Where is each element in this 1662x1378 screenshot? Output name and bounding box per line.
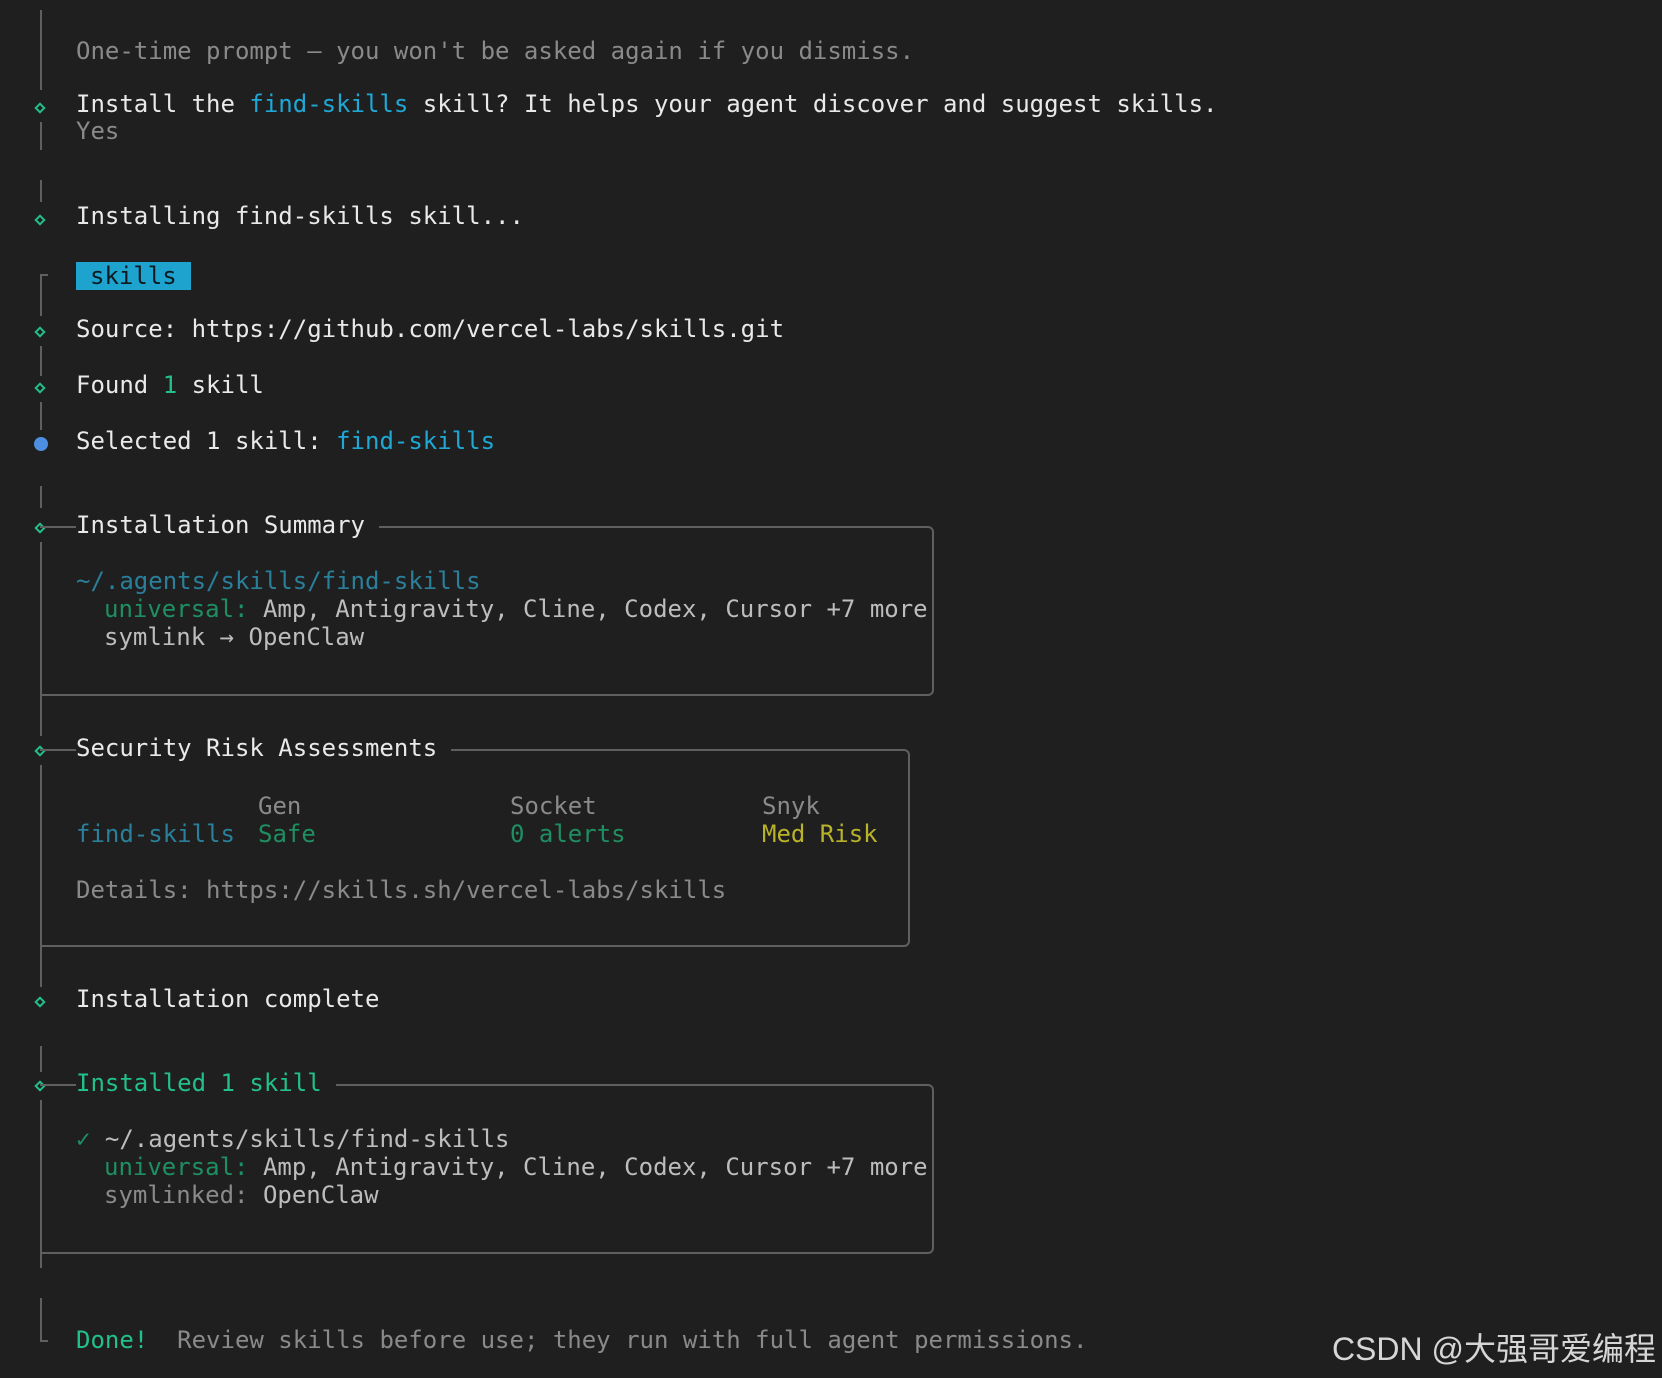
summary-universal: universal: Amp, Antigravity, Cline, Code… — [104, 595, 928, 623]
done-label: Done! — [76, 1326, 149, 1354]
install-answer: Yes — [76, 117, 120, 145]
summary-path: ~/.agents/skills/find-skills — [76, 567, 481, 595]
gutter-line — [40, 1046, 42, 1072]
installed-universal: universal: Amp, Antigravity, Cline, Code… — [104, 1153, 928, 1181]
terminal-output: One-time prompt – you won't be asked aga… — [0, 0, 1662, 1378]
security-risk-box — [40, 749, 910, 947]
gutter-line — [40, 10, 42, 90]
gutter-line — [40, 180, 42, 202]
skill-name: find-skills — [249, 90, 409, 118]
summary-title: Installation Summary — [76, 511, 379, 539]
gutter-line — [40, 947, 42, 987]
gutter-line — [40, 402, 42, 430]
gutter-corner — [40, 1340, 48, 1342]
found-line: Found 1 skill — [76, 371, 264, 399]
step-diamond-icon — [34, 996, 46, 1008]
gutter-line — [40, 346, 42, 376]
gutter-line — [40, 1298, 42, 1342]
security-header-snyk: Snyk — [762, 792, 820, 820]
gutter-line — [40, 1100, 42, 1268]
installed-title: Installed 1 skill — [76, 1069, 336, 1097]
security-gen-value: Safe — [258, 820, 316, 848]
step-diamond-icon — [34, 382, 46, 394]
security-skill-name: find-skills — [76, 820, 235, 848]
installation-complete: Installation complete — [76, 985, 380, 1013]
gutter-line — [40, 765, 42, 947]
security-header-socket: Socket — [510, 792, 597, 820]
source-url: https://github.com/vercel-labs/skills.gi… — [191, 315, 785, 343]
skills-badge-row: skills — [76, 262, 191, 290]
step-diamond-icon — [34, 102, 46, 114]
gutter-line — [40, 274, 42, 316]
watermark: CSDN @大强哥爱编程 — [1331, 1331, 1656, 1367]
source-line: Source: https://github.com/vercel-labs/s… — [76, 315, 785, 343]
prompt-note: One-time prompt – you won't be asked aga… — [76, 37, 915, 65]
details-url: https://skills.sh/vercel-labs/skills — [206, 876, 727, 904]
selected-line: Selected 1 skill: find-skills — [76, 427, 496, 455]
summary-symlink: symlink → OpenClaw — [104, 623, 365, 651]
installed-path-row: ✓ ~/.agents/skills/find-skills — [76, 1125, 510, 1153]
step-diamond-icon — [34, 326, 46, 338]
check-icon: ✓ — [76, 1125, 91, 1153]
gutter-line — [40, 542, 42, 696]
gutter-line — [40, 486, 42, 508]
gutter-line — [40, 122, 42, 150]
step-diamond-icon — [34, 214, 46, 226]
done-line: Done! Review skills before use; they run… — [76, 1326, 1088, 1354]
security-snyk-value: Med Risk — [762, 820, 878, 848]
skills-badge: skills — [76, 262, 191, 290]
security-details: Details: https://skills.sh/vercel-labs/s… — [76, 876, 727, 904]
install-question: Install the find-skills skill? It helps … — [76, 90, 1218, 118]
installed-symlinked: symlinked: OpenClaw — [104, 1181, 379, 1209]
installing-text: Installing find-skills skill... — [76, 202, 524, 230]
security-socket-value: 0 alerts — [510, 820, 626, 848]
active-step-dot-icon — [34, 437, 48, 451]
security-title: Security Risk Assessments — [76, 734, 452, 762]
gutter-line — [40, 696, 42, 736]
security-header-gen: Gen — [258, 792, 302, 820]
